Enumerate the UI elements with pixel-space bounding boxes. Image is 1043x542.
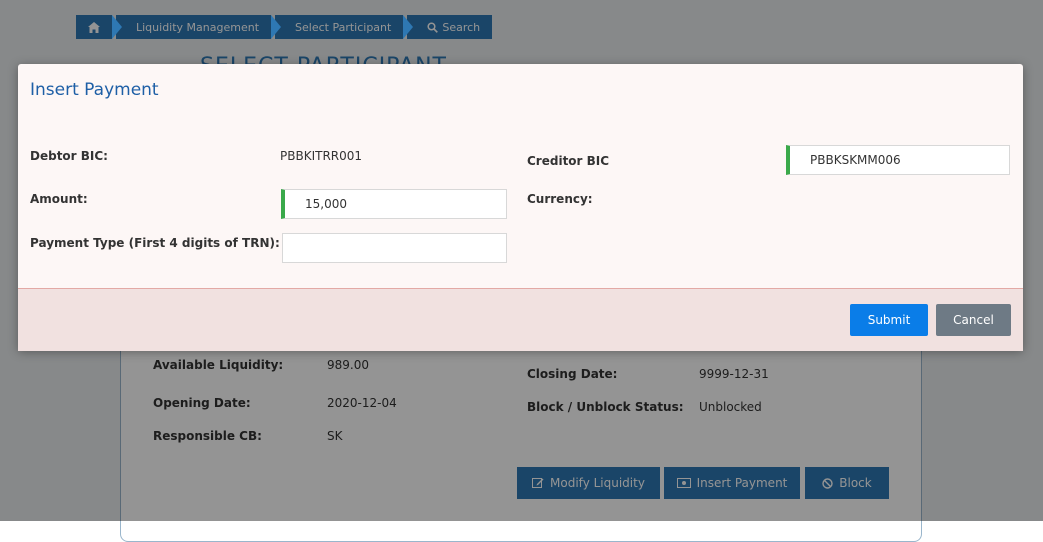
amount-field[interactable]: 15,000 <box>281 189 507 219</box>
creditor-bic-value: PBBKSKMM006 <box>810 153 901 167</box>
payment-type-label: Payment Type (First 4 digits of TRN): <box>30 236 280 250</box>
modal-title: Insert Payment <box>30 80 159 100</box>
debtor-bic-value: PBBKITRR001 <box>280 149 363 163</box>
debtor-bic-label: Debtor BIC: <box>30 149 108 163</box>
currency-label: Currency: <box>527 192 593 206</box>
modal-footer: Submit Cancel <box>18 288 1023 351</box>
submit-label: Submit <box>867 313 911 327</box>
payment-type-field[interactable] <box>282 233 507 263</box>
amount-value: 15,000 <box>305 197 347 211</box>
amount-label: Amount: <box>30 192 88 206</box>
cancel-label: Cancel <box>953 313 994 327</box>
submit-button[interactable]: Submit <box>850 304 928 336</box>
cancel-button[interactable]: Cancel <box>936 304 1011 336</box>
creditor-bic-field[interactable]: PBBKSKMM006 <box>786 145 1010 175</box>
creditor-bic-label: Creditor BIC <box>527 154 610 168</box>
insert-payment-modal: Insert Payment Debtor BIC: PBBKITRR001 C… <box>18 64 1023 351</box>
